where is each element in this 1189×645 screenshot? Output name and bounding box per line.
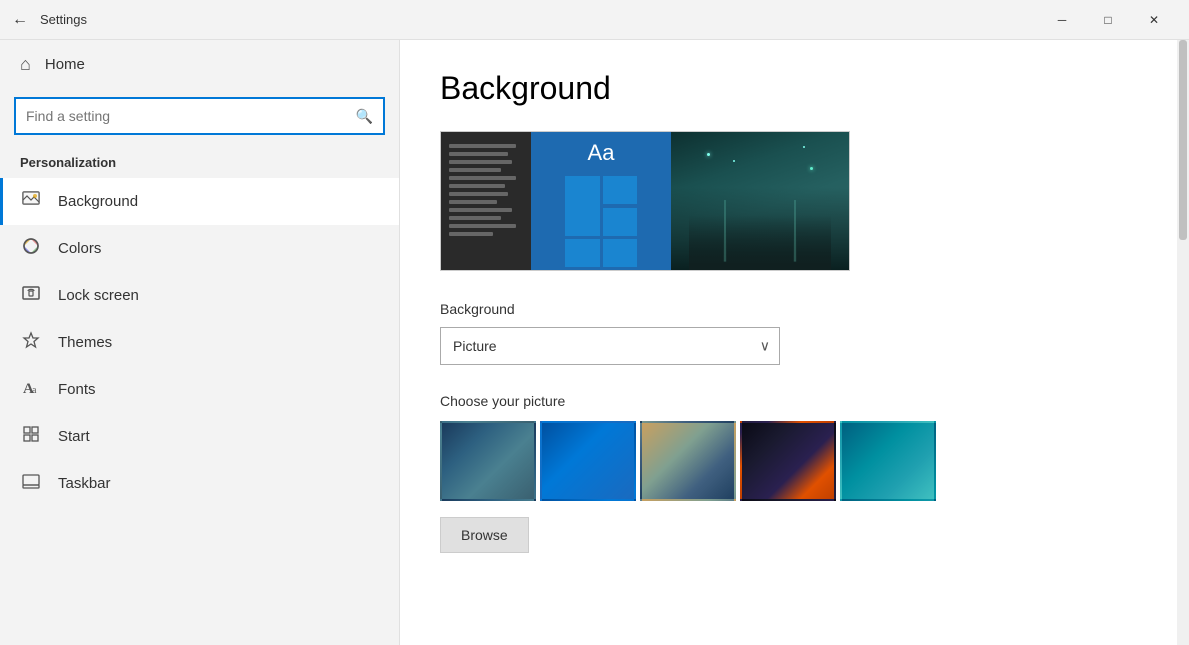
picture-thumb-2[interactable] [540, 421, 636, 501]
page-title: Background [440, 70, 1137, 107]
sidebar-item-themes[interactable]: Themes [0, 319, 399, 366]
sidebar-item-colors[interactable]: Colors [0, 225, 399, 272]
sidebar-item-label: Background [58, 193, 138, 210]
taskbar-icon [20, 471, 42, 496]
desktop-preview: Aa [440, 131, 850, 271]
picture-thumb-5[interactable] [840, 421, 936, 501]
home-icon: ⌂ [20, 54, 31, 75]
sidebar-item-taskbar[interactable]: Taskbar [0, 460, 399, 507]
section-title: Personalization [0, 147, 399, 178]
maximize-button[interactable]: □ [1085, 0, 1131, 40]
search-container: 🔍 [0, 89, 399, 147]
sidebar-item-label: Colors [58, 240, 101, 257]
preview-center: Aa [531, 132, 671, 270]
sidebar-item-label: Taskbar [58, 475, 111, 492]
picture-thumb-1[interactable] [440, 421, 536, 501]
svg-text:a: a [32, 385, 37, 396]
dropdown-container: Picture Solid color Slideshow ∨ [440, 327, 780, 365]
picture-thumb-4[interactable] [740, 421, 836, 501]
window-controls: ─ □ ✕ [1039, 0, 1177, 40]
titlebar-left: ← Settings [12, 11, 87, 29]
content-area: Background [400, 40, 1177, 645]
browse-button[interactable]: Browse [440, 517, 529, 553]
sidebar-item-label: Themes [58, 334, 112, 351]
sidebar-item-label: Fonts [58, 381, 96, 398]
lock-screen-icon [20, 283, 42, 308]
sidebar-item-label: Lock screen [58, 287, 139, 304]
scrollbar-track[interactable] [1177, 40, 1189, 645]
colors-icon [20, 236, 42, 261]
scrollbar-thumb[interactable] [1179, 40, 1187, 240]
search-icon: 🔍 [356, 108, 373, 125]
app-title: Settings [40, 12, 87, 27]
sidebar-item-label: Start [58, 428, 90, 445]
preview-right [671, 132, 849, 270]
minimize-button[interactable]: ─ [1039, 0, 1085, 40]
sidebar: ⌂ Home 🔍 Personalization Background [0, 40, 400, 645]
background-dropdown[interactable]: Picture Solid color Slideshow [440, 327, 780, 365]
close-button[interactable]: ✕ [1131, 0, 1177, 40]
picture-thumb-3[interactable] [640, 421, 736, 501]
search-input[interactable] [26, 108, 356, 124]
picture-grid [440, 421, 1137, 501]
sidebar-item-fonts[interactable]: A a Fonts [0, 366, 399, 413]
home-label: Home [45, 56, 85, 73]
themes-icon [20, 330, 42, 355]
sidebar-item-home[interactable]: ⌂ Home [0, 40, 399, 89]
sidebar-item-background[interactable]: Background [0, 178, 399, 225]
titlebar: ← Settings ─ □ ✕ [0, 0, 1189, 40]
start-icon [20, 424, 42, 449]
choose-picture-label: Choose your picture [440, 393, 1137, 409]
fonts-icon: A a [20, 377, 42, 402]
sidebar-item-start[interactable]: Start [0, 413, 399, 460]
search-box: 🔍 [14, 97, 385, 135]
sidebar-item-lock-screen[interactable]: Lock screen [0, 272, 399, 319]
preview-left [441, 132, 531, 270]
main-layout: ⌂ Home 🔍 Personalization Background [0, 40, 1189, 645]
background-section-label: Background [440, 301, 1137, 317]
aa-text: Aa [588, 140, 615, 166]
background-icon [20, 189, 42, 214]
back-button[interactable]: ← [12, 11, 28, 29]
